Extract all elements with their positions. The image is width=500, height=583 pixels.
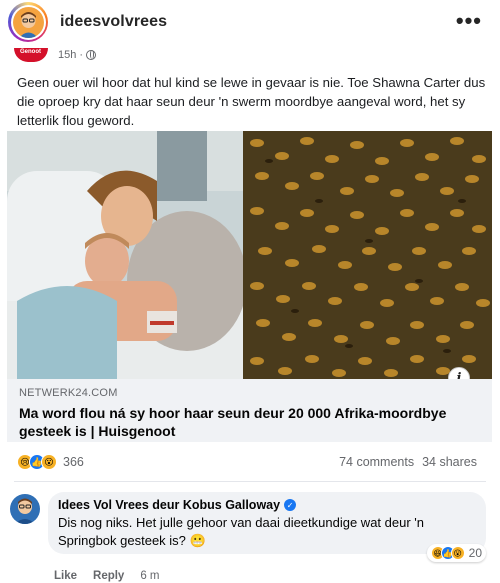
- comment-text: Dis nog niks. Het julle gehoor van daai …: [58, 515, 424, 548]
- link-title[interactable]: Ma word flou ná sy hoor haar seun deur 2…: [19, 404, 480, 440]
- wow-react-icon: 😮: [450, 546, 465, 560]
- comment-reaction-count: 20: [468, 546, 482, 560]
- comments-count[interactable]: 74 comments: [339, 455, 414, 469]
- profile-avatar-ring[interactable]: [8, 2, 48, 42]
- comment-author[interactable]: Idees Vol Vrees deur Kobus Galloway ✓: [58, 498, 476, 512]
- wow-react-icon: 😮: [41, 454, 57, 470]
- divider: [14, 481, 486, 482]
- reaction-icons[interactable]: 😢 👍 😮: [17, 454, 57, 470]
- comment-bubble: Idees Vol Vrees deur Kobus Galloway ✓ Di…: [48, 492, 486, 554]
- verified-badge-icon: ✓: [284, 499, 297, 511]
- hospital-and-bees-photo: [7, 131, 492, 379]
- commenter-avatar[interactable]: [10, 494, 40, 524]
- like-button[interactable]: Like: [54, 570, 77, 582]
- link-preview[interactable]: NETWERK24.COM Ma word flou ná sy hoor ha…: [7, 379, 492, 442]
- comment-author-name[interactable]: Idees Vol Vrees deur Kobus Galloway: [58, 498, 280, 512]
- reaction-stats: 😢 👍 😮 366 74 comments 34 shares: [17, 452, 477, 472]
- link-domain: NETWERK24.COM: [19, 387, 118, 399]
- comment-time[interactable]: 6 m: [140, 570, 159, 582]
- profile-avatar[interactable]: [12, 6, 44, 38]
- post-time-text: 15h ·: [58, 49, 84, 61]
- instagram-header: ideesvolvrees •••: [0, 0, 500, 44]
- post-time: 15h ·: [58, 49, 97, 61]
- post-text: Geen ouer wil hoor dat hul kind se lewe …: [17, 75, 486, 128]
- globe-icon: [86, 50, 97, 60]
- reaction-count[interactable]: 366: [63, 455, 84, 469]
- shared-facebook-post: Genoot 15h · Geen ouer wil hoor dat hul …: [0, 44, 500, 583]
- reply-button[interactable]: Reply: [93, 570, 124, 582]
- page-avatar[interactable]: Genoot: [14, 48, 48, 62]
- comment-actions: Like Reply 6 m: [54, 570, 160, 582]
- shares-count[interactable]: 34 shares: [422, 455, 477, 469]
- post-meta: Genoot 15h ·: [14, 48, 97, 62]
- comment-reactions[interactable]: 😆 👍 😮 20: [426, 544, 486, 562]
- profile-username[interactable]: ideesvolvrees: [60, 13, 167, 31]
- more-horizontal-icon[interactable]: •••: [456, 8, 482, 34]
- page-avatar-label: Genoot: [20, 49, 41, 55]
